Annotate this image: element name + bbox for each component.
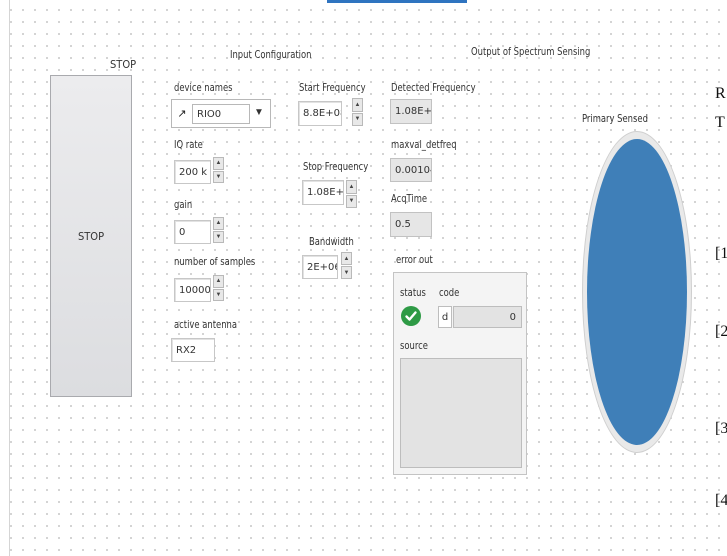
active-antenna-input[interactable]: RX2 (171, 338, 215, 362)
gain-spinner[interactable]: ▲▼ (213, 217, 224, 243)
status-label: status (400, 286, 426, 299)
bandwidth-spinner[interactable]: ▲▼ (341, 252, 352, 279)
iq-rate-spinner[interactable]: ▲▼ (213, 157, 224, 183)
error-out-cluster: status code d 0 source (393, 272, 527, 475)
gain-value: 0 (179, 227, 185, 238)
increment-icon[interactable]: ▲ (346, 180, 357, 194)
decrement-icon[interactable]: ▼ (213, 231, 224, 244)
device-browse-icon[interactable]: ↗ (175, 106, 189, 120)
status-check-icon (401, 306, 421, 326)
num-samples-value: 100000 (179, 285, 211, 296)
increment-icon[interactable]: ▲ (213, 157, 224, 170)
input-config-title: Input Configuration (230, 48, 312, 61)
side-ref-4: [4 (715, 492, 727, 510)
decrement-icon[interactable]: ▼ (213, 171, 224, 184)
increment-icon[interactable]: ▲ (341, 252, 352, 265)
stop-freq-spinner[interactable]: ▲▼ (346, 180, 357, 208)
code-radix[interactable]: d (438, 306, 452, 328)
code-value: 0 (510, 312, 516, 323)
code-label: code (439, 286, 459, 299)
acqtime-indicator: 0.5 (390, 212, 432, 237)
decrement-icon[interactable]: ▼ (352, 113, 363, 127)
stop-freq-input[interactable]: 1.08E+09 (302, 180, 344, 205)
decrement-icon[interactable]: ▼ (346, 195, 357, 209)
stop-button-label: STOP (78, 230, 104, 243)
primary-sensed-label: Primary Sensed (582, 112, 648, 125)
gain-input[interactable]: 0 (174, 220, 211, 244)
side-ref-1: [1 (715, 245, 727, 263)
error-out-label: error out (396, 253, 433, 266)
detected-freq-value: 1.08E+09 (395, 106, 432, 117)
maxval-value: 0.001048 (395, 165, 432, 176)
iq-rate-input[interactable]: 200 k (174, 160, 211, 184)
dropdown-arrow-icon[interactable]: ▼ (254, 107, 264, 118)
top-tab-indicator (327, 0, 467, 3)
bandwidth-input[interactable]: 2E+06 (302, 255, 338, 279)
stop-label: STOP (110, 58, 136, 71)
active-antenna-value: RX2 (176, 345, 196, 356)
detected-freq-indicator: 1.08E+09 (390, 99, 432, 124)
start-freq-spinner[interactable]: ▲▼ (352, 98, 363, 126)
stop-button[interactable]: STOP (50, 75, 132, 397)
output-title: Output of Spectrum Sensing (471, 45, 590, 58)
side-ref-3: [3 (715, 420, 727, 438)
gain-label: gain (174, 198, 192, 211)
bandwidth-value: 2E+06 (307, 262, 338, 273)
device-names-select[interactable]: ↗ RIO0 ▼ (171, 99, 271, 128)
bandwidth-label: Bandwidth (309, 235, 354, 248)
side-text-r: R (715, 85, 726, 103)
side-ref-2: [2 (715, 323, 727, 341)
start-freq-input[interactable]: 8.8E+08 (298, 101, 342, 126)
left-divider (9, 0, 10, 556)
increment-icon[interactable]: ▲ (213, 275, 224, 288)
stop-freq-value: 1.08E+09 (307, 187, 344, 198)
stop-freq-label: Stop Frequency (303, 160, 368, 173)
device-name-value: RIO0 (197, 109, 221, 120)
num-samples-label: number of samples (174, 255, 255, 268)
start-freq-label: Start Frequency (299, 81, 366, 94)
code-prefix: d (442, 312, 448, 323)
device-names-label: device names (174, 81, 233, 94)
acqtime-value: 0.5 (395, 219, 411, 230)
decrement-icon[interactable]: ▼ (213, 289, 224, 302)
primary-sensed-led (582, 131, 692, 453)
num-samples-spinner[interactable]: ▲▼ (213, 275, 224, 301)
start-freq-value: 8.8E+08 (303, 108, 342, 119)
num-samples-input[interactable]: 100000 (174, 278, 211, 302)
iq-rate-value: 200 k (179, 167, 207, 178)
source-label: source (400, 339, 428, 352)
acqtime-label: AcqTime (391, 192, 427, 205)
maxval-label: maxval_detfreq (391, 138, 457, 151)
code-indicator: 0 (453, 306, 522, 328)
decrement-icon[interactable]: ▼ (341, 266, 352, 279)
active-antenna-label: active antenna (174, 318, 237, 331)
iq-rate-label: IQ rate (174, 138, 203, 151)
maxval-indicator: 0.001048 (390, 158, 432, 182)
detected-freq-label: Detected Frequency (391, 81, 476, 94)
source-indicator (400, 358, 522, 468)
increment-icon[interactable]: ▲ (213, 217, 224, 230)
side-text-t: T (715, 114, 725, 132)
increment-icon[interactable]: ▲ (352, 98, 363, 112)
